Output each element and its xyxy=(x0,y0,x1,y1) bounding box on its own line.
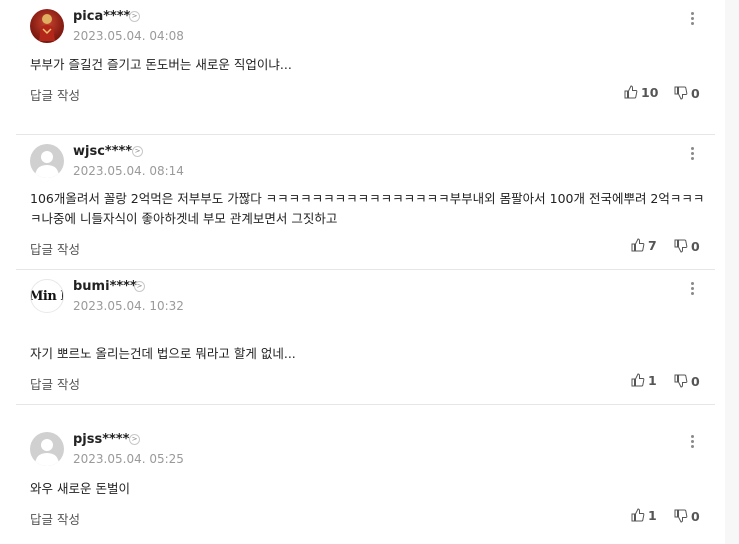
comment-date: 2023.05.04. 08:14 xyxy=(73,164,184,178)
reply-button[interactable]: 답글 작성 xyxy=(30,374,80,393)
avatar[interactable]: Min In xyxy=(30,279,64,313)
avatar[interactable] xyxy=(30,432,64,466)
chevron-right-icon[interactable]: > xyxy=(129,11,140,22)
thumbs-down-icon xyxy=(674,374,688,388)
thumbs-up-icon xyxy=(631,238,645,252)
comment-date: 2023.05.04. 05:25 xyxy=(73,452,184,466)
like-button[interactable]: 7 xyxy=(631,237,657,253)
comment-item: wjsc**** > 2023.05.04. 08:14 106개올려서 꼴랑 … xyxy=(16,135,715,270)
like-button[interactable]: 10 xyxy=(624,84,658,100)
comment-text: 106개올려서 꼴랑 2억먹은 저부부도 가짢다 ㅋㅋㅋㅋㅋㅋㅋㅋㅋㅋㅋㅋㅋㅋㅋ… xyxy=(30,191,705,226)
comment-text: 와우 새로운 돈벌이 xyxy=(30,481,130,496)
thumbs-down-icon xyxy=(674,239,688,253)
thumbs-up-icon xyxy=(631,373,645,387)
dislike-button[interactable]: 0 xyxy=(674,85,700,101)
like-count: 10 xyxy=(641,84,659,100)
default-user-icon xyxy=(35,151,59,178)
dislike-count: 0 xyxy=(691,85,700,101)
more-options-icon[interactable] xyxy=(684,145,700,163)
default-user-icon xyxy=(35,439,59,466)
comment-item: pica**** > 2023.05.04. 04:08 부부가 즐길건 즐기고… xyxy=(16,0,715,135)
comment-list: pica**** > 2023.05.04. 04:08 부부가 즐길건 즐기고… xyxy=(0,0,725,544)
dislike-button[interactable]: 0 xyxy=(674,508,700,524)
comment-item: Min In bumi**** > 2023.05.04. 10:32 자기 뽀… xyxy=(16,270,715,405)
username[interactable]: bumi**** xyxy=(73,279,137,294)
comment-text: 부부가 즐길건 즐기고 돈도버는 새로운 직업이냐... xyxy=(30,57,292,72)
avatar[interactable] xyxy=(30,144,64,178)
dislike-button[interactable]: 0 xyxy=(674,238,700,254)
chevron-right-icon[interactable]: > xyxy=(132,146,143,157)
avatar[interactable] xyxy=(30,9,64,43)
like-button[interactable]: 1 xyxy=(631,507,657,523)
chevron-right-icon[interactable]: > xyxy=(129,434,140,445)
dislike-count: 0 xyxy=(691,238,700,254)
avatar-text: Min In xyxy=(30,289,63,304)
thumbs-down-icon xyxy=(674,86,688,100)
comment-date: 2023.05.04. 04:08 xyxy=(73,29,184,43)
more-options-icon[interactable] xyxy=(684,10,700,28)
like-count: 1 xyxy=(648,507,657,523)
thumbs-up-icon xyxy=(624,85,638,99)
like-button[interactable]: 1 xyxy=(631,372,657,388)
comment-date: 2023.05.04. 10:32 xyxy=(73,299,184,313)
thumbs-up-icon xyxy=(631,508,645,522)
thumbs-down-icon xyxy=(674,509,688,523)
comment-item: pjss**** > 2023.05.04. 05:25 와우 새로운 돈벌이 … xyxy=(16,405,715,539)
username[interactable]: pica**** xyxy=(73,9,130,24)
reply-button[interactable]: 답글 작성 xyxy=(30,509,80,528)
username[interactable]: wjsc**** xyxy=(73,144,132,159)
like-count: 7 xyxy=(648,237,657,253)
reply-button[interactable]: 답글 작성 xyxy=(30,239,80,258)
username[interactable]: pjss**** xyxy=(73,432,129,447)
more-options-icon[interactable] xyxy=(684,433,700,451)
dislike-count: 0 xyxy=(691,373,700,389)
like-count: 1 xyxy=(648,372,657,388)
comment-text: 자기 뽀르노 올리는건데 법으로 뭐라고 할게 없네... xyxy=(30,346,296,361)
more-options-icon[interactable] xyxy=(684,280,700,298)
red-figure-icon xyxy=(39,14,55,41)
reply-button[interactable]: 답글 작성 xyxy=(30,85,80,104)
chevron-right-icon[interactable]: > xyxy=(134,281,145,292)
dislike-count: 0 xyxy=(691,508,700,524)
dislike-button[interactable]: 0 xyxy=(674,373,700,389)
